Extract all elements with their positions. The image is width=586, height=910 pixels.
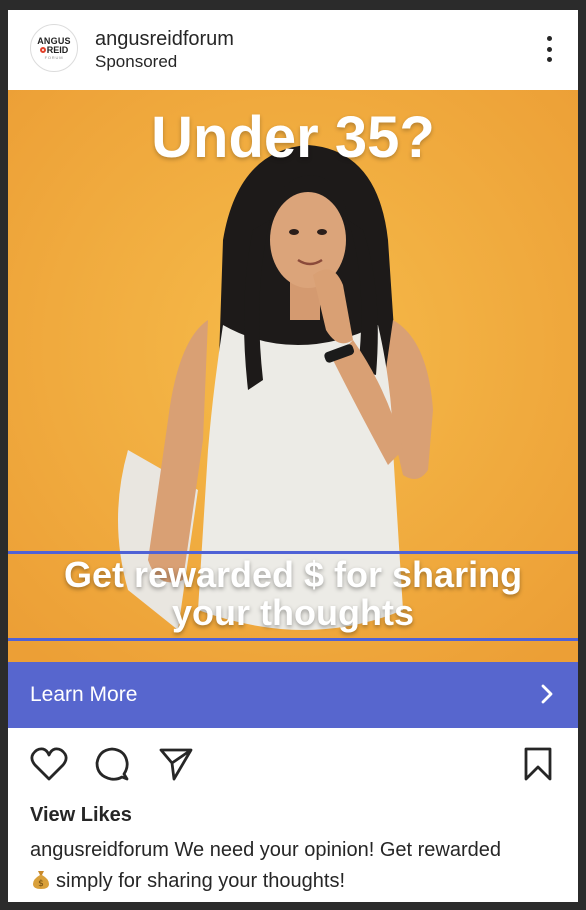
svg-text:$: $ [38, 879, 44, 889]
bookmark-icon[interactable] [522, 746, 554, 782]
logo-text-line2-label: REID [46, 44, 69, 55]
learn-more-label: Learn More [30, 683, 138, 706]
money-bag-icon: $ [33, 871, 49, 889]
avatar[interactable]: ANGUS REID FORUM [30, 24, 78, 72]
logo-ring-icon [39, 47, 46, 53]
action-bar [8, 746, 578, 786]
logo-text-line3: FORUM [44, 54, 64, 60]
share-icon[interactable] [158, 746, 194, 782]
more-options-icon[interactable] [546, 36, 552, 62]
heart-icon[interactable] [30, 746, 68, 782]
chevron-right-icon [541, 684, 553, 704]
caption-text-part1: We need your opinion! Get rewarded [174, 839, 502, 861]
sponsored-label: Sponsored [95, 52, 178, 71]
logo-text-line2: REID [39, 44, 69, 55]
caption-text-part2: simply for sharing your thoughts! [56, 870, 346, 892]
learn-more-button[interactable]: Learn More [8, 662, 578, 728]
ad-subtext-line1: Get rewarded $ for sharing [63, 554, 523, 595]
ad-subtext-line2: your thoughts [172, 592, 414, 633]
ad-headline: Under 35? [151, 105, 435, 170]
username[interactable]: angusreidforum [95, 28, 234, 51]
post-card: ANGUS REID FORUM angusreidforum Sponsore… [8, 10, 578, 902]
accent-line-bottom [8, 638, 578, 641]
comment-icon[interactable] [94, 746, 130, 782]
ad-subtext: Get rewarded $ for sharing your thoughts [8, 556, 578, 632]
view-likes-link[interactable]: View Likes [30, 804, 132, 827]
post-caption: angusreidforum We need your opinion! Get… [30, 835, 560, 897]
post-header: ANGUS REID FORUM angusreidforum Sponsore… [8, 10, 578, 90]
ad-image[interactable]: Under 35? Get rewarded $ for sharing you… [8, 90, 578, 662]
caption-username[interactable]: angusreidforum [30, 839, 169, 861]
